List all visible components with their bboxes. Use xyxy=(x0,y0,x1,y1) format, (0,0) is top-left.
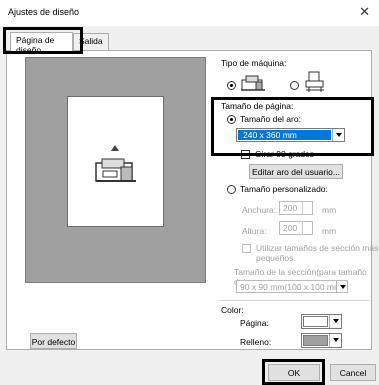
default-button[interactable]: Por defecto xyxy=(30,333,77,349)
width-unit: mm xyxy=(322,205,337,215)
smaller-sections-checkbox[interactable] xyxy=(242,244,251,253)
fill-color-label: Relleno: xyxy=(240,337,272,347)
title-bar: Ajustes de diseño ✕ xyxy=(0,0,379,26)
custom-size-radio[interactable] xyxy=(227,185,236,194)
section-size-select[interactable]: 90 x 90 mm(100 x 100 mm xyxy=(236,280,348,293)
tab-output[interactable]: Salida xyxy=(73,33,109,50)
page-color-label: Página: xyxy=(240,318,269,328)
fill-color-select[interactable] xyxy=(301,333,342,348)
smaller-sections-label-1: Utilizar tamaños de sección más xyxy=(256,243,379,253)
height-label: Altura: xyxy=(242,226,267,236)
close-icon[interactable]: ✕ xyxy=(359,4,370,20)
fill-color-swatch xyxy=(303,335,328,346)
spin-arrows-icon[interactable] xyxy=(302,222,312,234)
embroidery-machine-icon xyxy=(95,145,136,182)
page-size-label: Tamaño de página: xyxy=(221,101,294,111)
hoop-size-select[interactable]: 240 x 360 mm xyxy=(236,128,345,142)
height-value: 200 xyxy=(283,223,298,233)
cancel-button[interactable]: Cancel xyxy=(330,364,376,381)
section-size-value: 90 x 90 mm(100 x 100 mm xyxy=(240,282,342,292)
width-spinbox[interactable]: 200 xyxy=(279,201,313,215)
divider xyxy=(219,300,369,301)
width-label: Anchura: xyxy=(242,205,277,215)
multi-needle-machine-icon[interactable] xyxy=(303,70,327,94)
preview-page xyxy=(67,96,164,227)
page-color-select[interactable] xyxy=(301,314,342,329)
machine-type-embroidery-radio[interactable] xyxy=(227,81,236,90)
rotate-90-checkbox[interactable] xyxy=(241,150,250,159)
tab-design-page[interactable]: Página de diseño xyxy=(10,32,73,55)
height-unit: mm xyxy=(322,226,337,236)
edit-user-hoop-button[interactable]: Editar aro del usuario... xyxy=(249,164,343,179)
smaller-sections-label-2: pequeños. xyxy=(256,253,296,263)
color-label: Color: xyxy=(221,305,244,315)
spin-arrows-icon[interactable] xyxy=(302,202,312,214)
machine-type-label: Tipo de máquina: xyxy=(221,58,287,68)
hoop-size-radio[interactable] xyxy=(227,115,236,124)
chevron-down-icon[interactable] xyxy=(329,315,341,328)
tab-output-label: Salida xyxy=(79,36,103,46)
custom-size-label: Tamaño personalizado: xyxy=(240,184,328,194)
hoop-size-label: Tamaño del aro: xyxy=(240,114,301,124)
height-spinbox[interactable]: 200 xyxy=(279,221,313,235)
chevron-down-icon[interactable] xyxy=(332,129,344,141)
chevron-down-icon[interactable] xyxy=(336,281,347,292)
ok-button[interactable]: OK xyxy=(268,364,320,381)
window-title: Ajustes de diseño xyxy=(8,7,80,17)
chevron-down-icon[interactable] xyxy=(329,334,341,347)
hoop-size-value: 240 x 360 mm xyxy=(243,130,297,140)
width-value: 200 xyxy=(283,203,298,213)
page-color-swatch xyxy=(303,316,328,327)
rotate-90-label: Girar 90 grados xyxy=(255,149,315,159)
machine-type-multineedle-radio[interactable] xyxy=(290,81,299,90)
embroidery-machine-icon[interactable] xyxy=(240,70,266,92)
